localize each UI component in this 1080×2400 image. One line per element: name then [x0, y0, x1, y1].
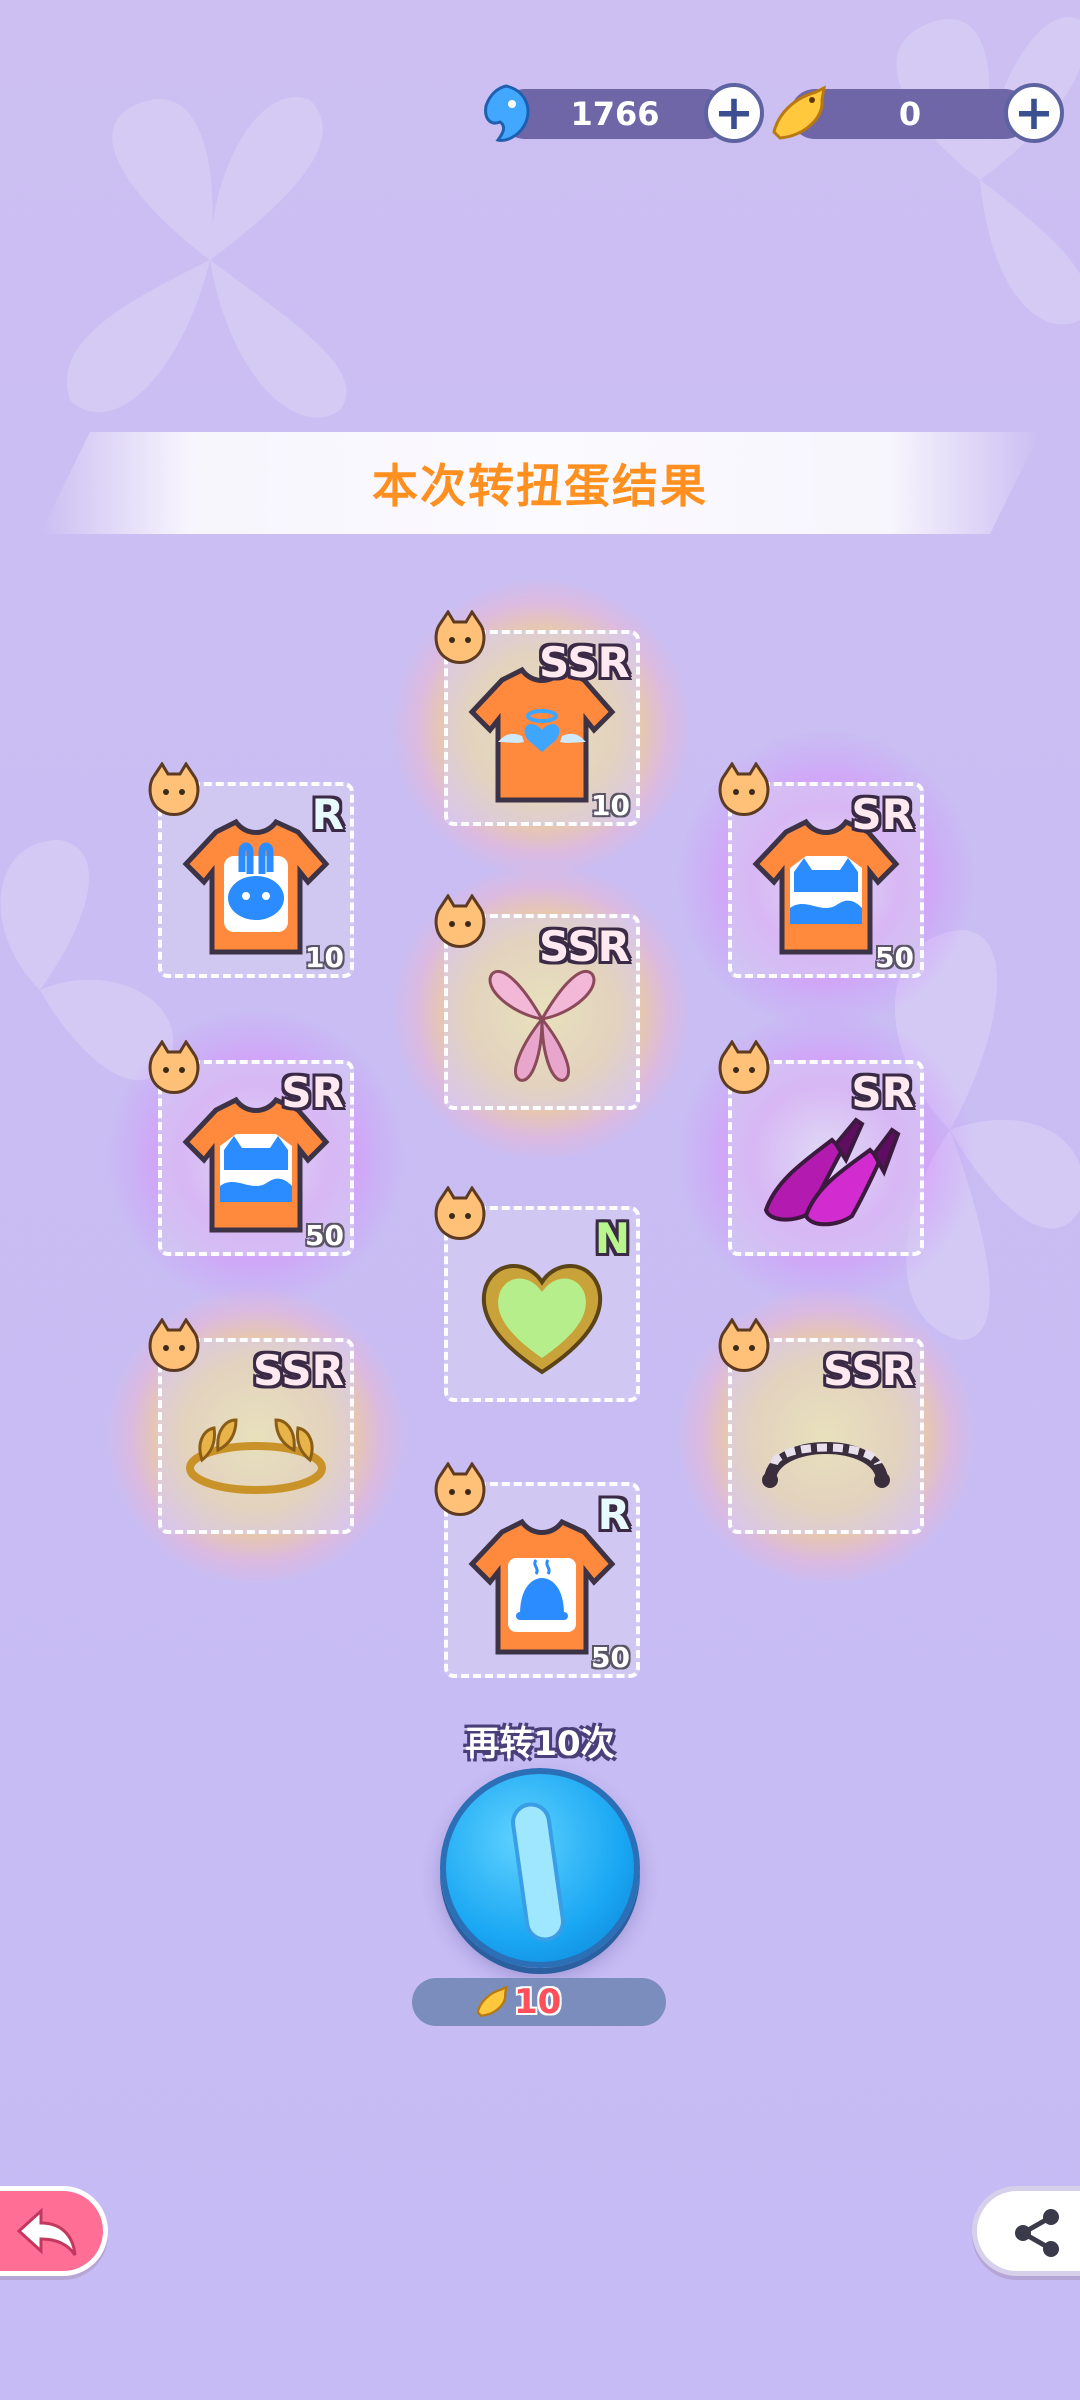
result-card[interactable]: SSR [678, 1288, 974, 1584]
result-card[interactable]: N [434, 1186, 640, 1402]
item-quantity: 50 [591, 1641, 630, 1674]
rarity-badge: SSR [253, 1346, 344, 1395]
spin-again-label: 再转10次 [465, 1724, 615, 1764]
banner-title: 本次转扭蛋结果 [372, 459, 708, 513]
rarity-badge: N [594, 1214, 630, 1263]
result-card[interactable]: R 10 [148, 762, 354, 978]
result-card[interactable]: SR [678, 1010, 974, 1306]
rarity-badge: R [311, 790, 344, 839]
spin-cost-value: 10 [514, 1982, 562, 2022]
back-button[interactable] [0, 2186, 108, 2276]
cat-avatar-icon [148, 1040, 200, 1094]
share-icon [1015, 2209, 1059, 2257]
plus-icon: + [713, 85, 755, 141]
plus-icon: + [1013, 85, 1055, 141]
spin-handle-icon [508, 1799, 568, 1945]
item-quantity: 50 [875, 941, 914, 974]
result-card[interactable]: SSR [108, 1288, 404, 1584]
rarity-badge: SSR [823, 1346, 914, 1395]
result-card[interactable]: R 50 [434, 1462, 640, 1678]
rarity-badge: SR [851, 1068, 914, 1117]
result-card[interactable]: SSR 10 [394, 580, 690, 876]
item-quantity: 10 [305, 941, 344, 974]
result-banner: 本次转扭蛋结果 [40, 432, 1040, 534]
cat-avatar-icon [148, 1318, 200, 1372]
item-quantity: 50 [305, 1219, 344, 1252]
rarity-badge: R [597, 1490, 630, 1539]
add-gems-button[interactable]: + [704, 83, 764, 143]
item-quantity: 10 [591, 789, 630, 822]
rarity-badge: SSR [539, 638, 630, 687]
back-arrow-icon [16, 2207, 77, 2256]
rarity-badge: SR [281, 1068, 344, 1117]
cat-avatar-icon [148, 762, 200, 816]
cat-avatar-icon [434, 894, 486, 948]
add-fish-button[interactable]: + [1004, 83, 1064, 143]
cat-avatar-icon [718, 762, 770, 816]
spin-again-button[interactable] [440, 1768, 640, 1968]
golden-fish-icon [476, 1985, 508, 2017]
cat-avatar-icon [718, 1318, 770, 1372]
cat-avatar-icon [718, 1040, 770, 1094]
clover-decoration [896, 17, 1080, 325]
blue-gem-fish-icon [484, 84, 530, 142]
rarity-badge: SSR [539, 922, 630, 971]
cat-avatar-icon [434, 1462, 486, 1516]
result-card[interactable]: SSR [394, 864, 690, 1160]
rarity-badge: SR [851, 790, 914, 839]
share-button[interactable] [972, 2186, 1080, 2276]
cat-avatar-icon [434, 1186, 486, 1240]
golden-fish-icon [772, 85, 826, 140]
spin-cost: 10 [412, 1978, 666, 2026]
cat-avatar-icon [434, 610, 486, 664]
result-card[interactable]: SR 50 [678, 732, 974, 1028]
resource-bar: 1766 + 0 + [0, 78, 1080, 150]
result-card[interactable]: SR 50 [108, 1010, 404, 1306]
